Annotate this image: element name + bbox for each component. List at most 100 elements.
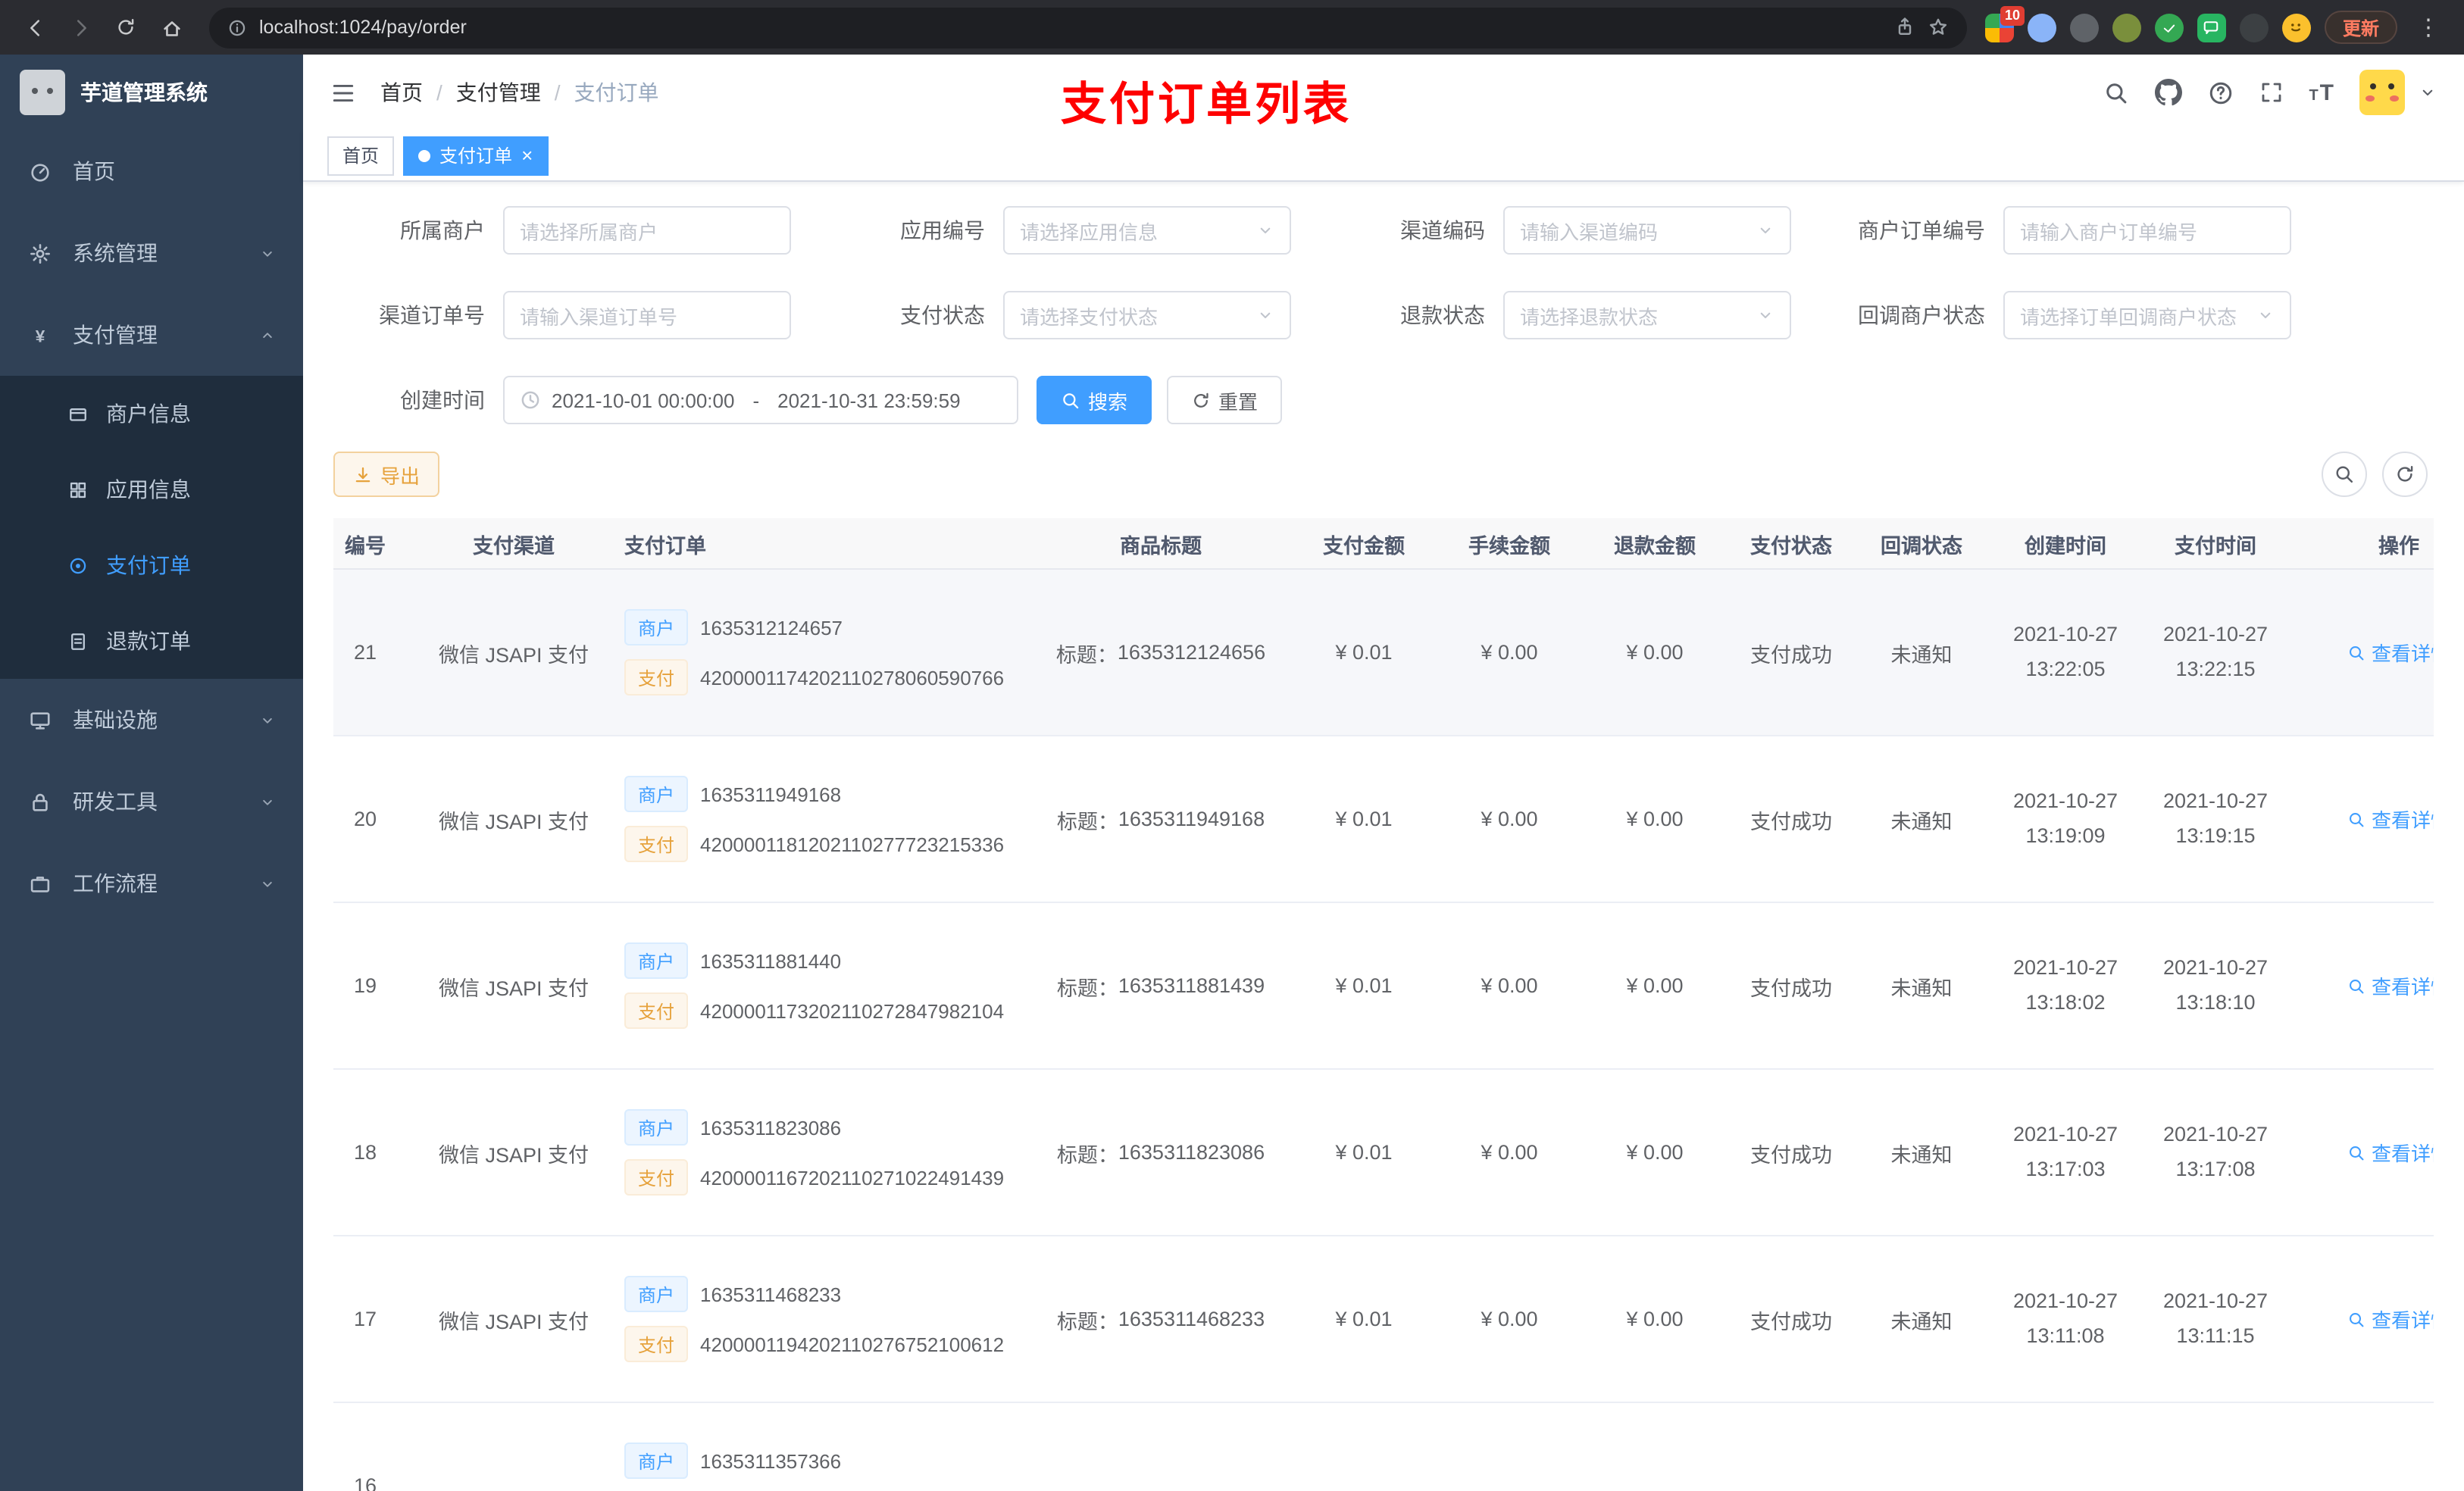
magnifier-icon: [2347, 810, 2366, 828]
export-button-label: 导出: [380, 464, 421, 487]
forward-icon[interactable]: [61, 8, 100, 47]
font-size-icon[interactable]: TT: [2309, 80, 2334, 105]
notify-status-select[interactable]: 请选择订单回调商户状态: [2003, 291, 2291, 339]
sidebar-item-system[interactable]: 系统管理: [0, 212, 303, 294]
date-separator: -: [752, 389, 760, 411]
github-icon[interactable]: [2154, 79, 2182, 106]
table-row[interactable]: 16 商户 1635311357366 支付: [333, 1403, 2434, 1491]
profile-avatar-icon[interactable]: [2281, 13, 2311, 42]
share-icon[interactable]: [1894, 17, 1915, 38]
merchant-order-no-input[interactable]: 请输入商户订单编号: [2003, 206, 2291, 255]
sidebar-item-pay-order[interactable]: 支付订单: [0, 527, 303, 603]
extension-blue-icon[interactable]: [2027, 13, 2056, 42]
channel-code-select[interactable]: 请输入渠道编码: [1503, 206, 1791, 255]
extension-dark-icon[interactable]: [2069, 13, 2099, 42]
sidebar-item-label: 支付订单: [106, 553, 191, 577]
app-no-select[interactable]: 请选择应用信息: [1003, 206, 1291, 255]
extension-colorful-icon[interactable]: 10: [1984, 5, 2025, 42]
merchant-tag: 商户: [624, 776, 689, 812]
logo-image: [20, 70, 65, 115]
cell-channel: 微信 JSAPI 支付: [438, 643, 589, 666]
help-icon[interactable]: [2207, 80, 2233, 105]
browser-update-button[interactable]: 更新: [2324, 11, 2397, 44]
tab-home[interactable]: 首页: [327, 136, 395, 175]
logo[interactable]: 芋道管理系统: [0, 55, 303, 130]
breadcrumb-item[interactable]: 首页: [380, 77, 423, 108]
chevron-down-icon: [259, 875, 276, 892]
toggle-search-button[interactable]: [2322, 452, 2367, 497]
cell-notify-status: 未通知: [1890, 810, 1953, 833]
logo-title: 芋道管理系统: [80, 80, 208, 105]
cell-refund-amount: ¥ 0.00: [1626, 808, 1684, 830]
sidebar-item-devtools[interactable]: 研发工具: [0, 761, 303, 842]
view-detail-link[interactable]: 查看详情: [2347, 805, 2434, 833]
url-bar[interactable]: localhost:1024/pay/order: [209, 7, 1967, 48]
merchant-input[interactable]: 请选择所属商户: [503, 206, 791, 255]
export-button[interactable]: 导出: [333, 452, 440, 497]
clock-icon: [520, 389, 541, 411]
cell-id: 19: [353, 974, 377, 997]
extension-chat-icon[interactable]: [2197, 13, 2226, 42]
chevron-down-icon: [1756, 221, 1775, 239]
pay-status-select[interactable]: 请选择支付状态: [1003, 291, 1291, 339]
sidebar-item-app-info[interactable]: 应用信息: [0, 452, 303, 527]
sidebar-item-workflow[interactable]: 工作流程: [0, 842, 303, 924]
tab-pay-order[interactable]: 支付订单 ×: [403, 136, 549, 175]
create-time-range-input[interactable]: 2021-10-01 00:00:00 - 2021-10-31 23:59:5…: [503, 376, 1018, 424]
cell-fee-amount: ¥ 0.00: [1481, 641, 1538, 664]
breadcrumb-item[interactable]: 支付管理: [456, 77, 541, 108]
reset-button[interactable]: 重置: [1167, 376, 1283, 424]
table-row[interactable]: 17 微信 JSAPI 支付 商户 1635311468233 支付 42000…: [333, 1236, 2434, 1403]
avatar-caret-icon[interactable]: [2419, 83, 2437, 102]
avatar[interactable]: [2359, 70, 2405, 115]
site-info-icon[interactable]: [227, 17, 247, 37]
view-detail-link[interactable]: 查看详情: [2347, 1138, 2434, 1167]
table-row[interactable]: 21 微信 JSAPI 支付 商户 1635312124657 支付 42000…: [333, 570, 2434, 736]
table-row[interactable]: 18 微信 JSAPI 支付 商户 1635311823086 支付 42000…: [333, 1070, 2434, 1236]
merchant-order-no: 1635311949168: [700, 783, 842, 805]
refresh-icon[interactable]: [106, 8, 145, 47]
view-detail-link[interactable]: 查看详情: [2347, 638, 2434, 667]
chevron-down-icon: [259, 711, 276, 728]
sidebar-item-refund-order[interactable]: 退款订单: [0, 603, 303, 679]
bookmark-star-icon[interactable]: [1928, 17, 1949, 38]
view-detail-link[interactable]: 查看详情: [2347, 971, 2434, 1000]
refresh-table-button[interactable]: [2382, 452, 2428, 497]
home-icon[interactable]: [152, 8, 191, 47]
back-icon[interactable]: [15, 8, 55, 47]
cell-id: 20: [353, 808, 377, 830]
header-search-icon[interactable]: [2103, 80, 2128, 105]
cell-pay-time: 2021-10-27 13:17:08: [2162, 1123, 2269, 1180]
pay-tag: 支付: [624, 826, 689, 862]
fullscreen-icon[interactable]: [2259, 80, 2283, 105]
view-detail-link[interactable]: 查看详情: [2347, 1305, 2434, 1333]
breadcrumb-item: 支付订单: [574, 80, 659, 105]
channel-pay-no: 4200001174202110278060590766: [700, 666, 1005, 689]
close-icon[interactable]: ×: [521, 145, 533, 165]
table-row[interactable]: 20 微信 JSAPI 支付 商户 1635311949168 支付 42000…: [333, 736, 2434, 903]
sidebar-item-infrastructure[interactable]: 基础设施: [0, 679, 303, 761]
sidebar-item-payment[interactable]: ¥ 支付管理: [0, 294, 303, 376]
placeholder-text: 请选择退款状态: [1520, 305, 1659, 328]
sidebar-item-label: 商户信息: [106, 402, 191, 426]
filter-field-label: 渠道编码: [1400, 218, 1485, 242]
column-header: 回调状态: [1881, 534, 1962, 557]
sidebar: 芋道管理系统 首页 系统管理 ¥ 支付管理 商户信息 应用信息 支付订单 退款订…: [0, 55, 303, 1491]
sidebar-toggle-icon[interactable]: [330, 80, 356, 105]
magnifier-icon: [2347, 977, 2366, 995]
channel-order-no-input[interactable]: 请输入渠道订单号: [503, 291, 791, 339]
placeholder-text: 请输入渠道订单号: [520, 305, 678, 328]
extension-check-icon[interactable]: [2154, 13, 2184, 42]
table-row[interactable]: 19 微信 JSAPI 支付 商户 1635311881440 支付 42000…: [333, 903, 2434, 1070]
extension-pin-icon[interactable]: [2239, 13, 2269, 42]
filter-field-label: 应用编号: [900, 218, 985, 242]
cell-create-time: 2021-10-27 13:18:02: [2012, 956, 2118, 1013]
sidebar-item-merchant-info[interactable]: 商户信息: [0, 376, 303, 452]
refund-status-select[interactable]: 请选择退款状态: [1503, 291, 1791, 339]
search-button[interactable]: 搜索: [1037, 376, 1152, 424]
browser-menu-icon[interactable]: ⋮: [2411, 14, 2446, 41]
cell-title: 标题： 1635311823086: [1056, 1141, 1265, 1166]
sidebar-item-home[interactable]: 首页: [0, 130, 303, 212]
date-start-value: 2021-10-01 00:00:00: [552, 389, 735, 411]
extension-olive-icon[interactable]: [2112, 13, 2141, 42]
